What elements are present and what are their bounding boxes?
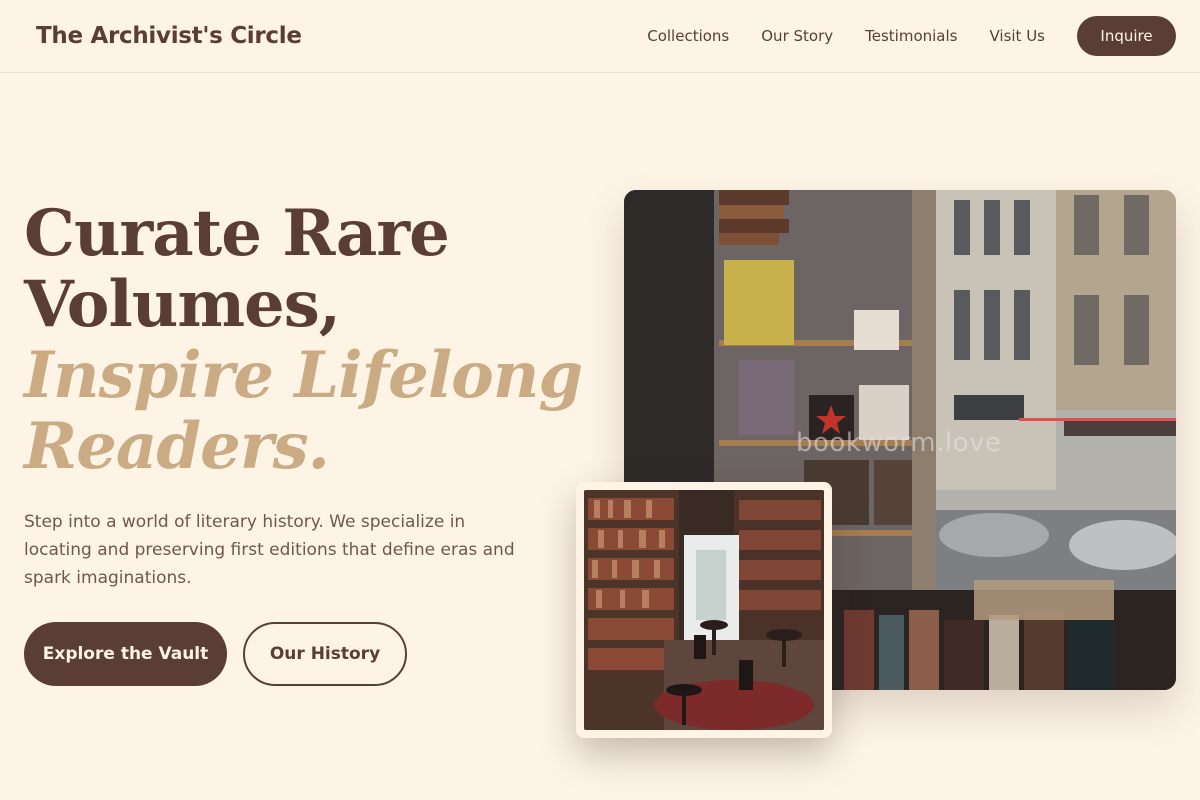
main-nav: Collections Our Story Testimonials Visit… [647, 16, 1176, 56]
hero-title: Curate Rare Volumes, Inspire Lifelong Re… [24, 196, 583, 484]
nav-link-collections[interactable]: Collections [647, 27, 729, 45]
brand-logo[interactable]: The Archivist's Circle [36, 23, 302, 49]
hero-title-accent-line: Inspire Lifelong [24, 338, 583, 413]
hero-title-accent-line: Readers. [24, 409, 330, 484]
inquire-button[interactable]: Inquire [1077, 16, 1176, 56]
nav-link-visit-us[interactable]: Visit Us [989, 27, 1045, 45]
image-watermark: bookworm.love [796, 428, 1002, 458]
library-cafe-photo [584, 490, 824, 730]
hero-description: Step into a world of literary history. W… [24, 512, 515, 588]
navbar: The Archivist's Circle Collections Our S… [0, 0, 1200, 73]
inset-photo-card [576, 482, 832, 738]
explore-vault-button[interactable]: Explore the Vault [24, 622, 227, 686]
hero-title-line: Curate Rare [24, 196, 450, 271]
nav-link-testimonials[interactable]: Testimonials [865, 27, 957, 45]
nav-link-our-story[interactable]: Our Story [761, 27, 833, 45]
hero-title-line: Volumes, [24, 267, 341, 342]
our-history-button[interactable]: Our History [243, 622, 407, 686]
